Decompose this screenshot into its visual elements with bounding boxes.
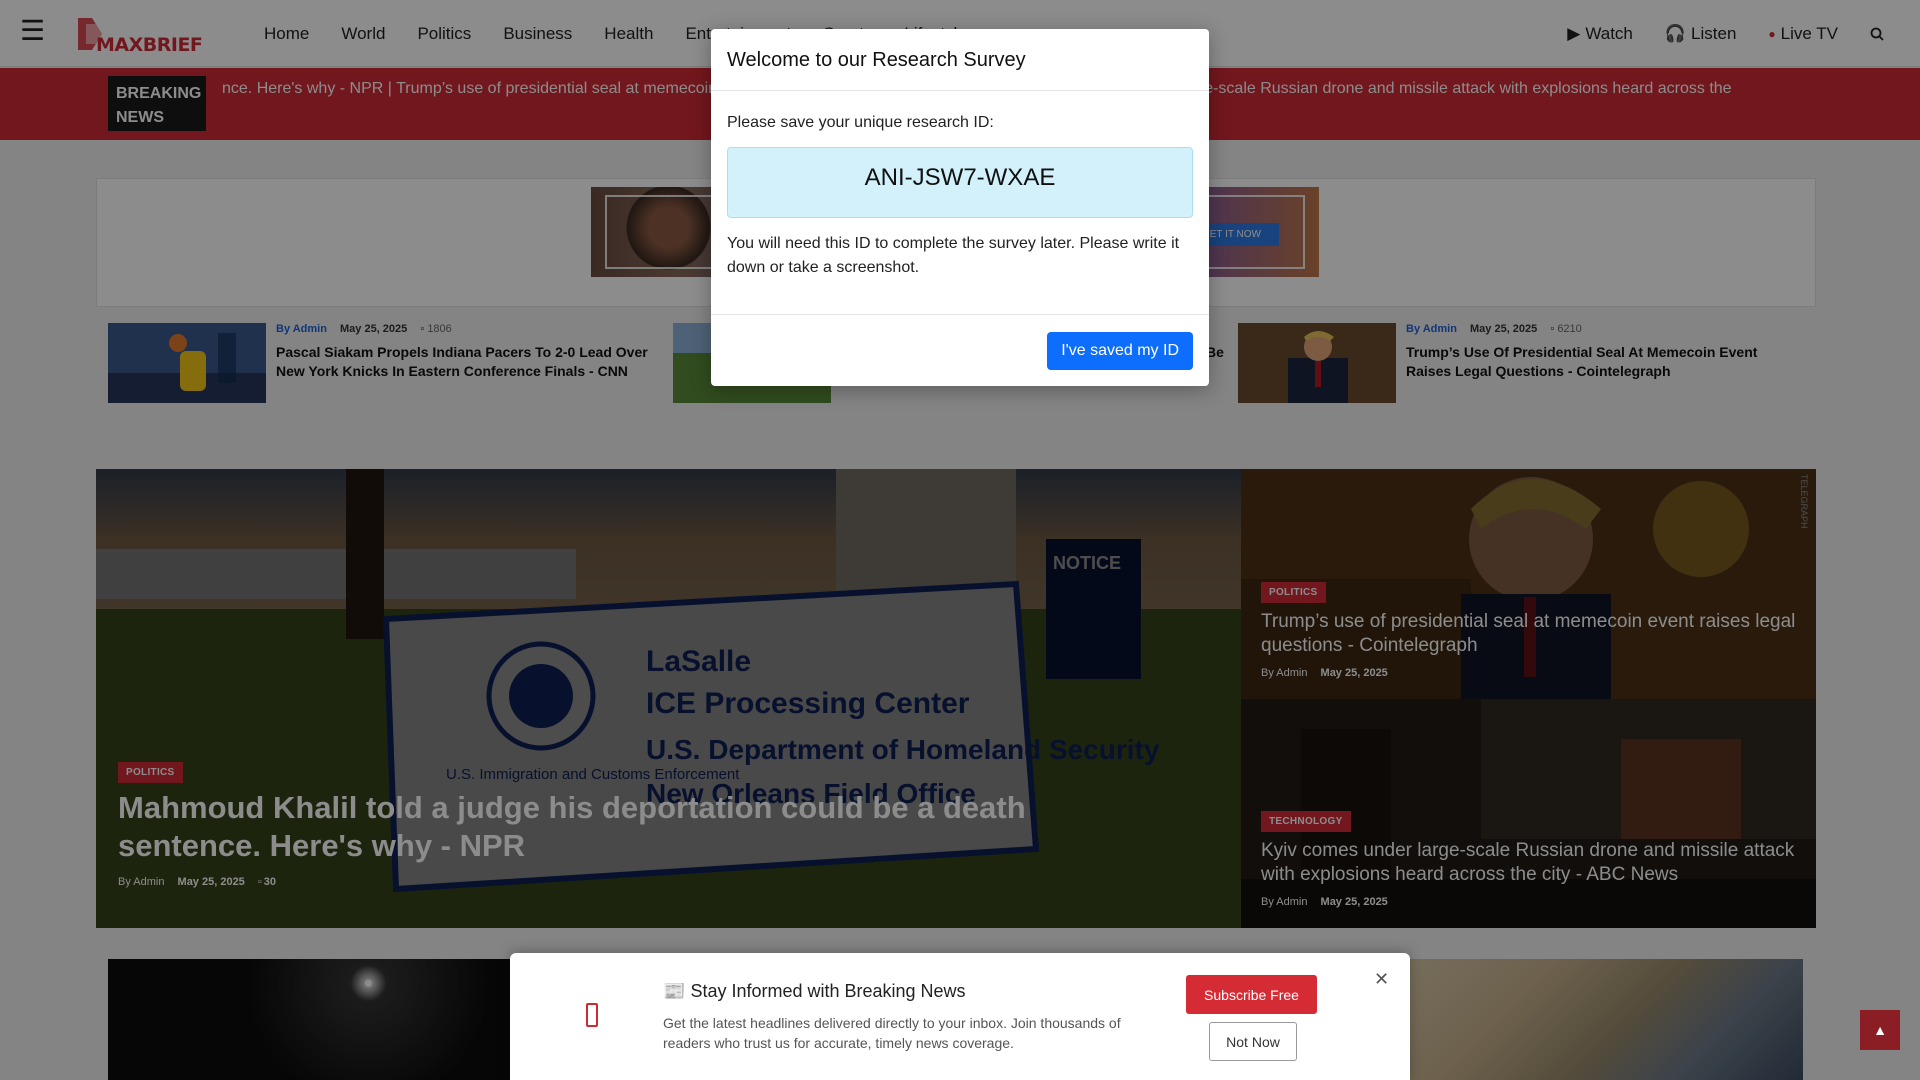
scroll-top-button[interactable]: ▲ — [1860, 1010, 1900, 1050]
modal-note: You will need this ID to complete the su… — [727, 235, 1180, 276]
modal-footer: I've saved my ID — [711, 314, 1209, 386]
research-id-box[interactable]: ANI-JSW7-WXAE — [727, 147, 1193, 218]
phone-icon — [586, 1003, 598, 1027]
newsletter-description: Get the latest headlines delivered direc… — [663, 1015, 1121, 1051]
newsletter-title: 📰 Stay Informed with Breaking News — [663, 981, 966, 1002]
modal-title: Welcome to our Research Survey — [711, 29, 1209, 91]
newsletter-popup: 📰 Stay Informed with Breaking News Get t… — [510, 953, 1410, 1080]
newspaper-icon: 📰 — [663, 981, 686, 1001]
not-now-button[interactable]: Not Now — [1209, 1022, 1297, 1061]
arrow-up-icon: ▲ — [1873, 1022, 1887, 1038]
modal-prompt: Please save your unique research ID: — [727, 114, 994, 131]
survey-modal: Welcome to our Research Survey Please sa… — [711, 29, 1209, 386]
modal-body: Please save your unique research ID: ANI… — [711, 91, 1209, 280]
newsletter-title-text: Stay Informed with Breaking News — [690, 981, 966, 1001]
saved-id-button[interactable]: I've saved my ID — [1047, 332, 1193, 370]
close-icon[interactable]: ✕ — [1374, 969, 1389, 990]
subscribe-button[interactable]: Subscribe Free — [1186, 975, 1317, 1014]
